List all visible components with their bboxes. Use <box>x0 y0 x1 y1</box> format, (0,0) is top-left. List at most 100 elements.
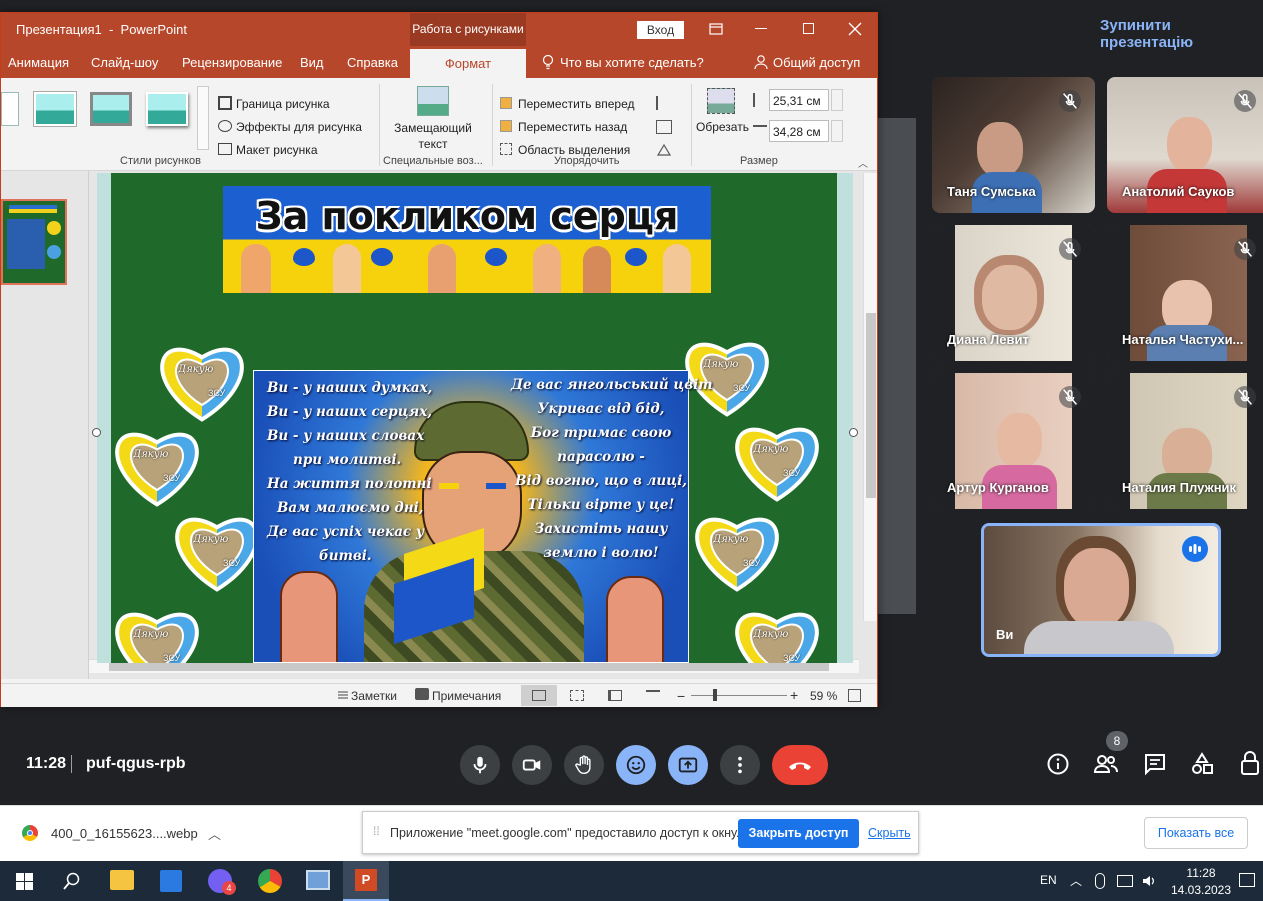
zoom-level[interactable]: 59 % <box>810 689 837 703</box>
slideshow-view-icon[interactable] <box>646 690 660 701</box>
heart-label-bottom: ЗСУ <box>163 473 181 483</box>
tab-view[interactable]: Вид <box>300 55 324 70</box>
more-options-button[interactable] <box>720 745 760 785</box>
group-icon[interactable] <box>656 120 672 134</box>
people-icon[interactable] <box>1093 752 1119 776</box>
crop-button[interactable]: Обрезать <box>696 120 749 134</box>
chat-icon[interactable] <box>1143 752 1167 776</box>
tell-me-search[interactable]: Что вы хотите сделать? <box>560 55 704 70</box>
clock-date[interactable]: 14.03.2023 <box>1167 883 1235 897</box>
rotate-icon[interactable] <box>656 143 672 157</box>
self-tile[interactable]: Ви <box>981 523 1221 657</box>
show-all-button[interactable]: Показать все <box>1144 817 1248 849</box>
height-spinner[interactable] <box>831 89 843 111</box>
picture-layout-button[interactable]: Макет рисунка <box>236 143 318 157</box>
download-filename[interactable]: 400_0_16155623....webp <box>51 826 198 841</box>
zoom-in-button[interactable]: + <box>790 687 798 703</box>
emoji-reactions-button[interactable] <box>616 745 656 785</box>
slide-thumbnail[interactable] <box>1 199 67 285</box>
vertical-scrollbar[interactable] <box>863 173 877 621</box>
picture-layout-icon <box>218 143 232 155</box>
host-controls-icon[interactable] <box>1238 750 1262 776</box>
tab-format[interactable]: Формат <box>410 49 526 79</box>
camera-button[interactable] <box>512 745 552 785</box>
raise-hand-button[interactable] <box>564 745 604 785</box>
picture-border-button[interactable]: Граница рисунка <box>236 97 330 111</box>
poem-line: Ви - у наших словах <box>267 428 425 444</box>
align-icon[interactable] <box>656 96 672 110</box>
present-button[interactable] <box>668 745 708 785</box>
gallery-scroll[interactable] <box>197 86 209 150</box>
participant-tile[interactable]: Наталья Частухи... <box>1107 225 1263 361</box>
tab-slideshow[interactable]: Слайд-шоу <box>91 55 158 70</box>
picture-style-thumb[interactable] <box>90 92 132 126</box>
photos-icon[interactable] <box>306 870 330 890</box>
drag-handle-icon[interactable]: ⁞⁞ <box>373 824 380 838</box>
clock-time[interactable]: 11:28 <box>1177 866 1225 880</box>
fit-to-window-icon[interactable] <box>848 689 861 702</box>
tab-help[interactable]: Справка <box>347 55 398 70</box>
participant-tile[interactable]: Диана Левит <box>932 225 1095 361</box>
slide-sorter-icon[interactable] <box>570 690 584 701</box>
chevron-up-tray-icon[interactable]: ︿ <box>1070 872 1082 889</box>
chrome-download-bar: 400_0_16155623....webp ︿ ⁞⁞ Приложение "… <box>0 805 1263 861</box>
width-icon <box>753 125 767 139</box>
bring-forward-button[interactable]: Переместить вперед <box>518 97 634 111</box>
zoom-slider[interactable] <box>691 695 787 696</box>
height-input[interactable]: 25,31 см <box>769 89 829 111</box>
alt-text-button[interactable]: Замещающий текст <box>393 120 473 152</box>
picture-style-thumb[interactable] <box>34 92 76 126</box>
resize-handle[interactable] <box>849 428 858 437</box>
participant-tile[interactable]: Анатолий Сауков <box>1107 77 1263 213</box>
notes-button[interactable]: Заметки <box>351 689 397 703</box>
picture-effects-button[interactable]: Эффекты для рисунка <box>236 120 362 134</box>
chrome-taskbar-icon[interactable] <box>258 869 282 893</box>
heart-label-bottom: ЗСУ <box>783 468 801 478</box>
participant-name: Артур Курганов <box>947 480 1049 495</box>
width-spinner[interactable] <box>831 120 843 142</box>
participant-tile[interactable]: Артур Курганов <box>932 373 1095 509</box>
notifications-icon[interactable] <box>1239 873 1255 887</box>
participant-tile[interactable]: Наталия Плужник <box>1107 373 1263 509</box>
tab-review[interactable]: Рецензирование <box>182 55 282 70</box>
volume-icon[interactable] <box>1141 873 1157 889</box>
sign-in-button[interactable]: Вход <box>637 21 684 39</box>
microphone-button[interactable] <box>460 745 500 785</box>
mic-off-icon <box>1234 238 1256 260</box>
powerpoint-taskbar-button[interactable]: P <box>343 861 389 901</box>
activities-icon[interactable] <box>1190 752 1214 776</box>
language-indicator[interactable]: EN <box>1040 873 1057 887</box>
end-call-button[interactable] <box>772 745 828 785</box>
picture-style-thumb[interactable] <box>1 92 19 126</box>
ribbon-display-options-icon[interactable] <box>707 21 725 37</box>
store-icon[interactable] <box>160 870 182 892</box>
zoom-slider-thumb[interactable] <box>713 689 717 701</box>
meeting-info-icon[interactable] <box>1046 752 1070 776</box>
microphone-tray-icon[interactable] <box>1095 873 1105 889</box>
tab-animation[interactable]: Анимация <box>8 55 69 70</box>
width-input[interactable]: 34,28 см <box>769 120 829 142</box>
slide-canvas[interactable]: За покликом серця Дякую ЗСУ Дякую ЗСУ Дякую З… <box>97 173 853 663</box>
chevron-up-icon[interactable]: ︿ <box>208 824 221 843</box>
share-button[interactable]: Общий доступ <box>773 55 860 70</box>
comments-button[interactable]: Примечания <box>432 689 501 703</box>
search-icon[interactable] <box>63 872 81 890</box>
minimize-icon[interactable] <box>755 28 767 29</box>
meeting-code: puf-qgus-rpb <box>86 755 186 772</box>
resize-handle[interactable] <box>92 428 101 437</box>
maximize-icon[interactable] <box>803 23 814 34</box>
hide-link[interactable]: Скрыть <box>868 826 911 840</box>
stop-sharing-button[interactable]: Закрыть доступ <box>738 819 859 848</box>
close-icon[interactable] <box>847 21 863 37</box>
zoom-out-button[interactable]: − <box>677 688 685 704</box>
file-explorer-icon[interactable] <box>110 870 134 890</box>
network-icon[interactable] <box>1117 875 1133 887</box>
reading-view-icon[interactable] <box>608 690 622 701</box>
collapse-ribbon-icon[interactable]: ︿ <box>858 155 868 170</box>
participant-tile[interactable]: Таня Сумська <box>932 77 1095 213</box>
stop-presentation-button[interactable]: Зупинити презентацію <box>1100 17 1263 51</box>
windows-start-icon[interactable] <box>16 873 33 890</box>
present-screen-icon <box>678 757 698 773</box>
send-backward-button[interactable]: Переместить назад <box>518 120 627 134</box>
picture-style-thumb[interactable] <box>146 92 188 126</box>
